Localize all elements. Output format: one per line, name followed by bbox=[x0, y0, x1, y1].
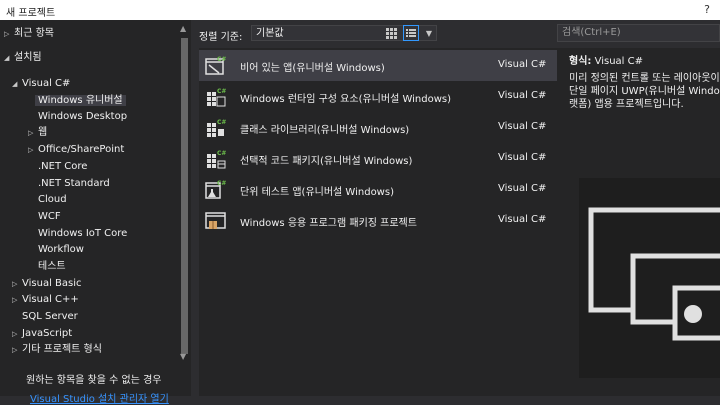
template-item[interactable]: C# 단위 테스트 앱(유니버설 Windows) Visual C# bbox=[199, 174, 557, 205]
not-found-text: 원하는 항목을 찾을 수 없는 경우 bbox=[26, 375, 162, 386]
template-item[interactable]: C# 비어 있는 앱(유니버설 Windows) Visual C# bbox=[199, 50, 557, 81]
template-item[interactable]: C# Windows 런타임 구성 요소(유니버설 Windows) Visua… bbox=[199, 81, 557, 112]
tree-item-other-project-types[interactable]: ▷ 기타 프로젝트 형식 bbox=[12, 342, 102, 358]
tree-item-web[interactable]: ▷ 웹 bbox=[28, 125, 47, 141]
tree-item-windows-universal[interactable]: Windows 유니버설 bbox=[35, 93, 126, 109]
tree-item-net-standard[interactable]: .NET Standard bbox=[38, 176, 110, 192]
scroll-down-icon[interactable]: ▼ bbox=[180, 352, 186, 361]
chevron-down-icon: ▼ bbox=[425, 29, 432, 38]
tree-item-javascript[interactable]: ▷ JavaScript bbox=[12, 326, 72, 342]
tree-item-test[interactable]: 테스트 bbox=[38, 259, 66, 275]
tree-item-cloud[interactable]: Cloud bbox=[38, 192, 67, 208]
scrollbar-thumb[interactable] bbox=[181, 38, 188, 354]
category-tree: ▷ 최근 항목 ◢ 설치됨 ◢ Visual C# Windows 유니버설 Wind… bbox=[0, 20, 191, 405]
chevron-right-icon: ▷ bbox=[12, 280, 18, 288]
unit-test-app-icon: C# bbox=[205, 180, 226, 199]
chevron-down-icon: ◢ bbox=[12, 80, 18, 88]
scroll-up-icon[interactable]: ▲ bbox=[180, 24, 186, 33]
template-list: C# 비어 있는 앱(유니버설 Windows) Visual C# C# Wi… bbox=[199, 48, 557, 396]
tree-item-sql-server[interactable]: SQL Server bbox=[22, 309, 78, 325]
grid-icon bbox=[386, 28, 397, 39]
optional-code-package-icon: C# bbox=[207, 150, 226, 169]
dialog-title-bar: 새 프로젝트 ? bbox=[0, 0, 720, 20]
type-label: 형식: bbox=[569, 56, 592, 67]
template-item[interactable]: C# 클래스 라이브러리(유니버설 Windows) Visual C# bbox=[199, 112, 557, 143]
tree-item-windows-desktop[interactable]: Windows Desktop bbox=[38, 109, 127, 125]
sort-bar: 정렬 기준: 기본값 ▼ bbox=[191, 20, 557, 48]
dialog-title: 새 프로젝트 bbox=[6, 8, 56, 19]
search-input[interactable]: 검색(Ctrl+E) bbox=[557, 24, 720, 42]
grid-view-button[interactable] bbox=[383, 25, 399, 41]
tree-item-recent[interactable]: ▷ 최근 항목 bbox=[4, 26, 54, 42]
device-preview-illustration bbox=[579, 178, 720, 378]
template-item[interactable]: Windows 응용 프로그램 패키징 프로젝트 Visual C# bbox=[199, 205, 557, 236]
tree-item-office-sharepoint[interactable]: ▷ Office/SharePoint bbox=[28, 142, 124, 158]
tree-item-visual-csharp[interactable]: ◢ Visual C# bbox=[12, 76, 70, 92]
tree-item-net-core[interactable]: .NET Core bbox=[38, 159, 87, 175]
tree-item-workflow[interactable]: Workflow bbox=[38, 242, 84, 258]
chevron-right-icon: ▷ bbox=[12, 330, 18, 338]
class-library-icon: C# bbox=[207, 119, 226, 137]
runtime-component-icon: C# bbox=[207, 88, 226, 107]
tree-item-visual-basic[interactable]: ▷ Visual Basic bbox=[12, 276, 82, 292]
svg-text:C#: C# bbox=[217, 119, 226, 126]
chevron-right-icon: ▷ bbox=[28, 129, 34, 137]
installer-link[interactable]: Visual Studio 설치 관리자 열기 bbox=[30, 390, 169, 405]
chevron-right-icon: ▷ bbox=[12, 296, 18, 304]
type-row: 형식: Visual C# bbox=[569, 52, 643, 67]
list-icon bbox=[406, 29, 416, 37]
tree-item-installed[interactable]: ◢ 설치됨 bbox=[4, 50, 42, 66]
tree-item-wcf[interactable]: WCF bbox=[38, 209, 61, 225]
svg-text:C#: C# bbox=[217, 56, 226, 63]
sort-label: 정렬 기준: bbox=[199, 32, 243, 43]
svg-text:C#: C# bbox=[217, 150, 226, 157]
chevron-right-icon: ▷ bbox=[28, 146, 34, 154]
svg-text:C#: C# bbox=[217, 88, 226, 95]
tree-scrollbar[interactable]: ▲ ▼ bbox=[178, 24, 191, 364]
chevron-down-icon: ◢ bbox=[4, 54, 10, 62]
blank-app-icon: C# bbox=[205, 56, 226, 75]
chevron-right-icon: ▷ bbox=[12, 346, 18, 354]
type-value: Visual C# bbox=[594, 56, 643, 67]
svg-text:C#: C# bbox=[217, 180, 226, 187]
template-item[interactable]: C# 선택적 코드 패키지(유니버설 Windows) Visual C# bbox=[199, 143, 557, 174]
tree-item-visual-cpp[interactable]: ▷ Visual C++ bbox=[12, 292, 79, 308]
chevron-right-icon: ▷ bbox=[4, 30, 10, 38]
list-view-button[interactable] bbox=[403, 25, 419, 41]
help-button[interactable]: ? bbox=[704, 3, 710, 16]
template-description: 미리 정의된 컨트롤 또는 레이아웃이 단일 페이지 UWP(유니버설 Wind… bbox=[569, 73, 720, 110]
packaging-project-icon bbox=[205, 212, 226, 229]
detail-panel: 형식: Visual C# 미리 정의된 컨트롤 또는 레이아웃이 단일 페이지… bbox=[557, 48, 720, 396]
tree-item-windows-iot-core[interactable]: Windows IoT Core bbox=[38, 226, 127, 242]
